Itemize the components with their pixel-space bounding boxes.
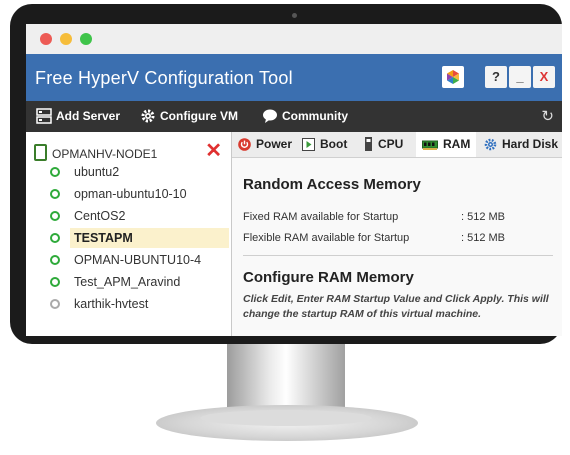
camera-dot — [292, 13, 297, 18]
community-label: Community — [282, 109, 348, 123]
zoom-traffic-light[interactable] — [80, 33, 92, 45]
title-bar: Free HyperV Configuration Tool ? _ X — [26, 54, 562, 101]
close-traffic-light[interactable] — [40, 33, 52, 45]
vm-item[interactable]: ubuntu2 — [70, 162, 229, 182]
minimize-traffic-light[interactable] — [60, 33, 72, 45]
vm-config-panel: Power Boot CPU RAM Hard Disk Random Acce… — [232, 132, 562, 336]
server-icon — [34, 144, 47, 161]
fixed-ram-label: Fixed RAM available for Startup — [243, 211, 399, 223]
help-button[interactable]: ? — [485, 66, 507, 88]
add-server-button[interactable]: Add Server — [36, 108, 120, 124]
monitor-bezel: Free HyperV Configuration Tool ? _ X Add… — [10, 4, 562, 344]
tab-ram-label: RAM — [443, 137, 471, 151]
configure-vm-label: Configure VM — [160, 109, 238, 123]
tab-boot[interactable]: Boot — [302, 132, 347, 157]
remove-host-icon[interactable]: ✕ — [205, 138, 222, 163]
app-title: Free HyperV Configuration Tool — [35, 68, 293, 88]
configure-vm-button[interactable]: Configure VM — [140, 108, 238, 124]
close-button[interactable]: X — [533, 66, 555, 88]
flexible-ram-label: Flexible RAM available for Startup — [243, 232, 410, 244]
monitor-stand-base-top — [200, 410, 372, 426]
tab-hard-disk[interactable]: Hard Disk — [484, 132, 558, 157]
gear-icon — [140, 108, 156, 124]
status-dot-icon — [50, 255, 60, 265]
toolbar: Add Server Configure VM Community ↻ — [26, 101, 562, 132]
app-window: Free HyperV Configuration Tool ? _ X Add… — [26, 24, 562, 336]
tab-power-label: Power — [256, 137, 293, 151]
vm-tree-panel: OPMANHV-NODE1 ✕ ubuntu2 opman-ubuntu10-1… — [26, 132, 232, 336]
vm-item[interactable]: karthik-hvtest — [70, 294, 229, 314]
tab-ram[interactable]: RAM — [416, 132, 477, 160]
tab-boot-label: Boot — [320, 137, 348, 151]
status-dot-icon — [50, 277, 60, 287]
section-title: Random Access Memory — [243, 176, 421, 193]
flexible-ram-value: : 512 MB — [461, 232, 506, 244]
host-name: OPMANHV-NODE1 — [52, 147, 158, 161]
server-icon — [36, 108, 52, 124]
configure-instructions: Click Edit, Enter RAM Startup Value and … — [243, 293, 549, 320]
vm-item[interactable]: opman-ubuntu10-10 — [70, 184, 229, 204]
status-dot-icon — [50, 189, 60, 199]
status-dot-icon — [50, 167, 60, 177]
ram-icon — [422, 135, 438, 160]
community-button[interactable]: Community — [262, 108, 348, 124]
cpu-icon — [364, 135, 373, 160]
chat-bubble-icon — [262, 108, 278, 124]
tab-cpu[interactable]: CPU — [364, 132, 403, 157]
app-logo-icon — [442, 66, 464, 88]
vm-item-selected[interactable]: TESTAPM — [70, 228, 229, 248]
host-node[interactable]: OPMANHV-NODE1 — [34, 144, 157, 161]
tab-cpu-label: CPU — [378, 137, 404, 151]
tab-bar: Power Boot CPU RAM Hard Disk — [232, 132, 562, 158]
tab-hard-disk-label: Hard Disk — [502, 137, 559, 151]
vm-item[interactable]: CentOS2 — [70, 206, 229, 226]
status-dot-icon — [50, 211, 60, 221]
refresh-icon[interactable]: ↻ — [541, 107, 554, 125]
tab-power[interactable]: Power — [238, 132, 292, 157]
vm-item[interactable]: Test_APM_Aravind — [70, 272, 229, 292]
divider — [243, 255, 553, 256]
window-chrome — [26, 24, 562, 54]
status-dot-icon — [50, 233, 60, 243]
boot-icon — [302, 135, 315, 160]
vm-item[interactable]: OPMAN-UBUNTU10-4 — [70, 250, 229, 270]
power-icon — [238, 135, 251, 160]
gear-icon — [484, 135, 497, 160]
minimize-button[interactable]: _ — [509, 66, 531, 88]
status-dot-off-icon — [50, 299, 60, 309]
fixed-ram-value: : 512 MB — [461, 211, 506, 223]
configure-section-title: Configure RAM Memory — [243, 269, 414, 286]
add-server-label: Add Server — [56, 109, 121, 123]
